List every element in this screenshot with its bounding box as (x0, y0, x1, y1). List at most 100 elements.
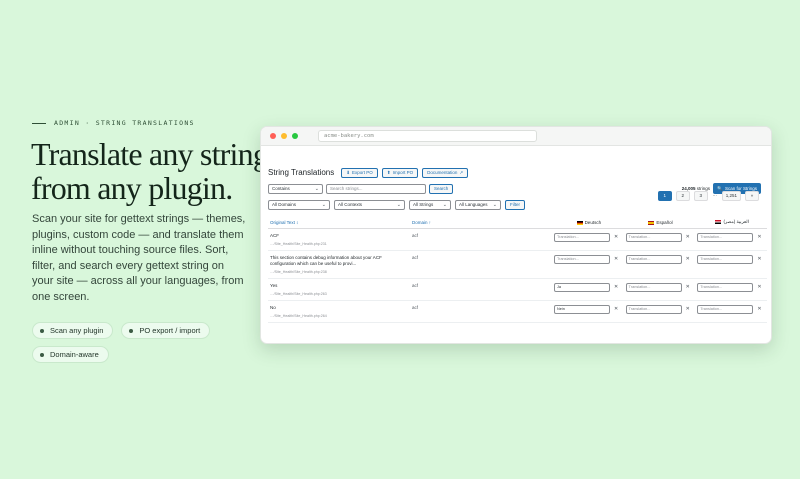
string-filter-select[interactable]: All Strings ⌄ (409, 199, 451, 210)
translation-input-es[interactable]: Translation... (625, 232, 682, 242)
filter-row: All Domains ⌄ All Contexts ⌄ All Strings ⌄ … (268, 191, 767, 210)
close-icon[interactable]: ✕ (757, 256, 761, 262)
original-text: Yes (270, 282, 278, 288)
match-mode-select[interactable]: Contains ⌄ (268, 184, 323, 194)
column-deutsch: Deutsch (552, 217, 624, 229)
source-location: …/Site_Health/Site_Health.php:264 (270, 313, 327, 318)
search-button[interactable]: Search (429, 184, 454, 194)
table-row: This section contains debug information … (268, 250, 767, 279)
close-icon[interactable]: ✕ (686, 234, 690, 240)
string-translations-app: String Translations ⬇ Export PO ⬆ Import P… (268, 167, 767, 323)
close-icon[interactable]: ✕ (614, 306, 618, 312)
table-header: Original Text ↕ Domain ↑ Deutsch Español… (268, 217, 767, 229)
page-title: String Translations (268, 168, 335, 177)
maximize-window-button[interactable] (292, 133, 298, 139)
egypt-flag-icon (715, 220, 722, 225)
context-filter-select[interactable]: All Contexts ⌄ (334, 199, 405, 210)
headline: Translate any string, from any plugin. (31, 136, 276, 206)
original-text: ACF (270, 232, 279, 238)
upload-icon: ⬆ (386, 169, 391, 175)
domain-cell: acf (410, 278, 552, 301)
close-window-button[interactable] (270, 133, 276, 139)
source-location: …/Site_Health/Site_Health.php:231 (270, 241, 327, 246)
last-page-button[interactable]: 1,251 (721, 191, 741, 201)
language-filter-select[interactable]: All Languages ⌄ (455, 199, 501, 210)
eyebrow-text: ADMIN · STRING TRANSLATIONS (54, 119, 195, 127)
hero-description: Scan your site for gettext strings — the… (32, 213, 246, 303)
source-location: …/Site_Health/Site_Health.php:263 (270, 291, 327, 296)
translation-input-de[interactable]: Translation... (554, 254, 610, 264)
close-icon[interactable]: ✕ (757, 306, 761, 312)
domain-cell: acf (410, 250, 552, 279)
bullet-icon (129, 328, 134, 333)
browser-chrome: acme-bakery.com (261, 127, 771, 146)
import-po-button[interactable]: ⬆ Import PO (381, 167, 419, 178)
next-page-button[interactable]: » (745, 191, 759, 201)
column-arabic: العربية (مصر) (695, 217, 767, 229)
translation-input-es[interactable]: Translation... (625, 304, 682, 314)
browser-window: acme-bakery.com String Translations ⬇ Exp… (260, 126, 772, 344)
table-row: No …/Site_Health/Site_Health.php:264 acf … (268, 300, 767, 323)
table-row: ACF …/Site_Health/Site_Health.php:231 acf… (268, 228, 767, 251)
close-icon[interactable]: ✕ (686, 256, 690, 262)
spain-flag-icon (648, 220, 655, 225)
chevron-down-icon: ⌄ (442, 201, 447, 208)
close-icon[interactable]: ✕ (757, 284, 761, 290)
original-text: No (270, 304, 276, 310)
close-icon[interactable]: ✕ (614, 256, 618, 262)
translation-input-es[interactable]: Translation... (625, 254, 682, 264)
page-1-button[interactable]: 1 (657, 191, 672, 201)
close-icon[interactable]: ✕ (757, 234, 761, 240)
page-3-button[interactable]: 3 (693, 191, 708, 201)
pagination: 1 2 3 … 1,251 » (657, 191, 759, 201)
translation-input-ar[interactable]: Translation... (697, 232, 754, 242)
domain-filter-select[interactable]: All Domains ⌄ (268, 199, 330, 210)
chip-po: PO export / import (121, 322, 211, 339)
close-icon[interactable]: ✕ (686, 284, 690, 290)
page-header: String Translations ⬇ Export PO ⬆ Import P… (268, 167, 767, 178)
filter-button[interactable]: Filter (505, 199, 525, 210)
eyebrow-rule (32, 122, 46, 124)
close-icon[interactable]: ✕ (614, 234, 618, 240)
close-icon[interactable]: ✕ (614, 284, 618, 290)
column-espanol: Español (623, 217, 696, 229)
sort-original-text[interactable]: Original Text ↕ (268, 217, 410, 229)
translation-input-es[interactable]: Translation... (625, 282, 682, 292)
export-po-button[interactable]: ⬇ Export PO (341, 167, 378, 178)
translation-input-ar[interactable]: Translation... (697, 282, 754, 292)
chevron-down-icon: ⌄ (492, 201, 497, 208)
germany-flag-icon (576, 220, 583, 225)
headline-line-1: Translate any string, (31, 136, 276, 172)
eyebrow: ADMIN · STRING TRANSLATIONS (32, 119, 195, 127)
documentation-link[interactable]: Documentation ↗ (422, 167, 469, 178)
feature-chips: Scan any plugin PO export / import Domai… (32, 322, 252, 363)
external-link-icon: ↗ (459, 169, 464, 175)
headline-line-2: from any plugin. (31, 170, 233, 206)
address-bar[interactable]: acme-bakery.com (318, 130, 537, 142)
original-text: This section contains debug information … (270, 254, 382, 266)
chevron-down-icon: ⌄ (314, 186, 319, 192)
bullet-icon (40, 328, 44, 333)
chip-scan: Scan any plugin (32, 322, 114, 339)
domain-cell: acf (410, 228, 552, 251)
sort-domain[interactable]: Domain ↑ (410, 217, 552, 229)
chevron-down-icon: ⌄ (396, 201, 401, 208)
domain-cell: acf (410, 300, 552, 323)
chevron-down-icon: ⌄ (321, 201, 326, 208)
pagination-ellipsis: … (712, 192, 717, 197)
download-icon: ⬇ (346, 169, 351, 175)
close-icon[interactable]: ✕ (686, 306, 690, 312)
chip-domain: Domain-aware (32, 346, 109, 363)
translation-input-ar[interactable]: Translation... (697, 254, 754, 264)
source-location: …/Site_Health/Site_Health.php:238 (270, 269, 327, 274)
translation-input-de[interactable]: Translation... (554, 232, 610, 242)
search-input[interactable]: Search strings... (326, 184, 426, 194)
bullet-icon (40, 352, 44, 357)
table-row: Yes …/Site_Health/Site_Health.php:263 acf… (268, 278, 767, 301)
translation-input-de[interactable]: Ja (554, 282, 610, 292)
page-2-button[interactable]: 2 (675, 191, 690, 201)
strings-table: Original Text ↕ Domain ↑ Deutsch Español… (268, 217, 767, 323)
translation-input-ar[interactable]: Translation... (697, 304, 754, 314)
minimize-window-button[interactable] (281, 133, 287, 139)
translation-input-de[interactable]: Nein (554, 304, 610, 314)
